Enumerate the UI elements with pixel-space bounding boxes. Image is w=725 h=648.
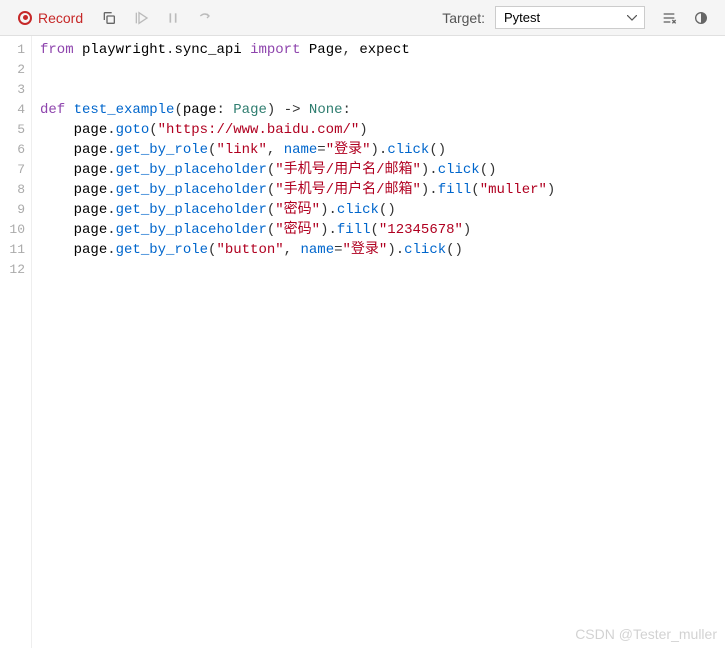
step-icon[interactable] [191, 4, 219, 32]
code-line: page.get_by_placeholder("密码").fill("1234… [40, 220, 725, 240]
pause-icon[interactable] [159, 4, 187, 32]
line-gutter: 123456789101112 [0, 36, 32, 648]
copy-icon[interactable] [95, 4, 123, 32]
record-button[interactable]: Record [10, 6, 91, 30]
toolbar: Record Target: Pytest [0, 0, 725, 36]
record-icon [18, 11, 32, 25]
code-line: page.get_by_role("link", name="登录").clic… [40, 140, 725, 160]
code-line: from playwright.sync_api import Page, ex… [40, 40, 725, 60]
target-label: Target: [442, 10, 485, 26]
clear-icon[interactable] [655, 4, 683, 32]
code-line [40, 60, 725, 80]
play-icon[interactable] [127, 4, 155, 32]
code-line: page.get_by_placeholder("密码").click() [40, 200, 725, 220]
code-line: page.get_by_placeholder("手机号/用户名/邮箱").cl… [40, 160, 725, 180]
code-line: def test_example(page: Page) -> None: [40, 100, 725, 120]
code-line: page.get_by_role("button", name="登录").cl… [40, 240, 725, 260]
code-line: page.goto("https://www.baidu.com/") [40, 120, 725, 140]
record-label: Record [38, 10, 83, 26]
target-select[interactable]: Pytest [495, 6, 645, 29]
code-line [40, 80, 725, 100]
editor[interactable]: 123456789101112 from playwright.sync_api… [0, 36, 725, 648]
theme-icon[interactable] [687, 4, 715, 32]
code-line: page.get_by_placeholder("手机号/用户名/邮箱").fi… [40, 180, 725, 200]
code-line [40, 260, 725, 280]
code-area[interactable]: from playwright.sync_api import Page, ex… [32, 36, 725, 648]
